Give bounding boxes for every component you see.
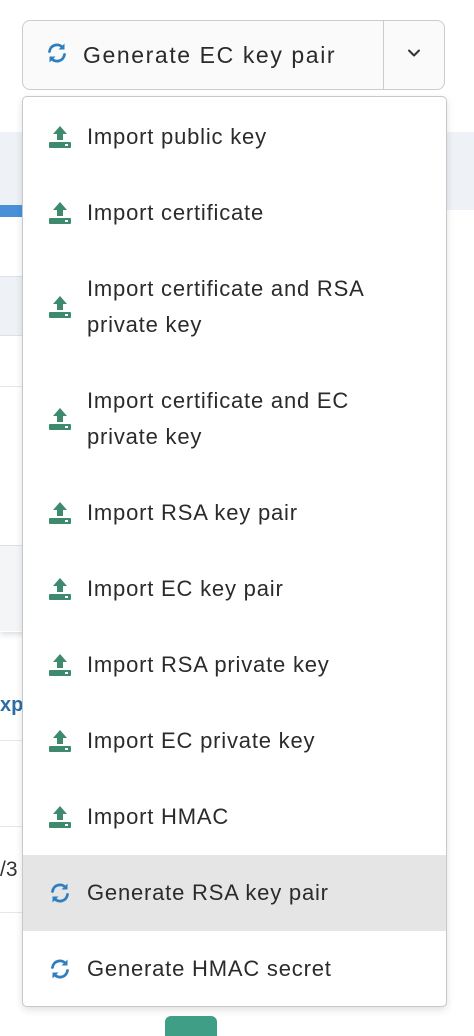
chevron-down-icon [406, 45, 422, 66]
menu-item-label: Import RSA private key [87, 652, 330, 677]
menu-item-label: Import public key [87, 124, 267, 149]
menu-item-import-rsa-key-pair[interactable]: Import RSA key pair [23, 475, 446, 551]
menu-item-import-certificate[interactable]: Import certificate [23, 175, 446, 251]
refresh-icon [46, 955, 74, 983]
background-column-header[interactable]: xp [0, 694, 23, 717]
background-table-cell: /3 [0, 858, 18, 881]
menu-item-label: Import HMAC [87, 804, 230, 829]
upload-icon [46, 123, 74, 151]
upload-icon [46, 405, 74, 433]
menu-item-label: Import certificate [87, 200, 265, 225]
upload-icon [46, 199, 74, 227]
menu-item-import-ec-key-pair[interactable]: Import EC key pair [23, 551, 446, 627]
menu-item-label: Generate HMAC secret [87, 956, 332, 981]
dropdown-toggle-button[interactable] [384, 21, 444, 89]
menu-item-import-certificate-rsa[interactable]: Import certificate and RSA private key [23, 251, 446, 363]
menu-item-import-ec-private-key[interactable]: Import EC private key [23, 703, 446, 779]
menu-item-generate-hmac-secret[interactable]: Generate HMAC secret [23, 931, 446, 1006]
key-actions-dropdown-menu: Import public key Import certificate Imp… [22, 96, 447, 1007]
menu-item-import-public-key[interactable]: Import public key [23, 99, 446, 175]
menu-item-label: Import EC private key [87, 728, 316, 753]
refresh-icon [45, 41, 69, 70]
upload-icon [46, 727, 74, 755]
menu-item-label: Import certificate and RSA private key [87, 276, 364, 337]
menu-item-import-rsa-private-key[interactable]: Import RSA private key [23, 627, 446, 703]
menu-item-label: Import RSA key pair [87, 500, 298, 525]
menu-item-import-certificate-ec[interactable]: Import certificate and EC private key [23, 363, 446, 475]
upload-icon [46, 499, 74, 527]
split-button-label: Generate EC key pair [83, 41, 337, 68]
menu-item-import-hmac[interactable]: Import HMAC [23, 779, 446, 855]
upload-icon [46, 293, 74, 321]
menu-item-label: Import certificate and EC private key [87, 388, 350, 449]
upload-icon [46, 803, 74, 831]
generate-ec-key-pair-button[interactable]: Generate EC key pair [23, 21, 384, 89]
refresh-icon [46, 879, 74, 907]
menu-item-label: Generate RSA key pair [87, 880, 329, 905]
background-green-button[interactable] [165, 1016, 217, 1036]
menu-item-generate-rsa-key-pair[interactable]: Generate RSA key pair [23, 855, 446, 931]
upload-icon [46, 575, 74, 603]
menu-item-label: Import EC key pair [87, 576, 284, 601]
generate-split-button: Generate EC key pair [22, 20, 445, 90]
upload-icon [46, 651, 74, 679]
